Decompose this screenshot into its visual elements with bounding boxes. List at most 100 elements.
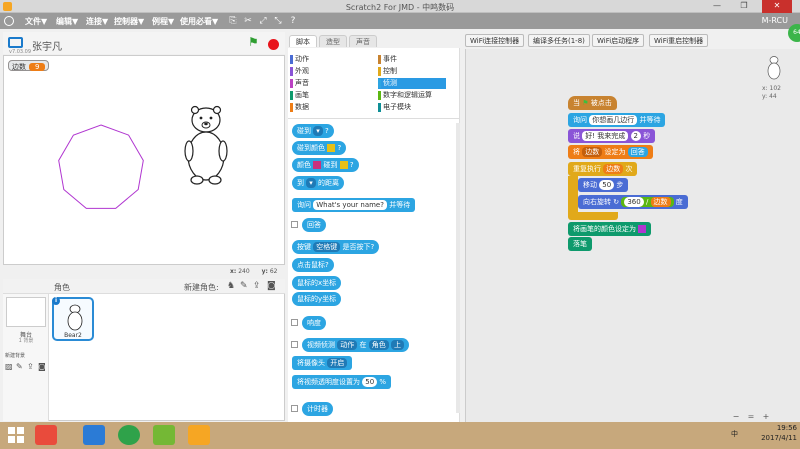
answer-block[interactable]: 回答 [302,218,326,232]
loudness-block[interactable]: 响度 [302,316,326,330]
menu-must-read[interactable]: 使用必看▼ [180,16,218,27]
camera-backdrop-icon[interactable]: ◙ [38,362,46,371]
duplicate-icon[interactable]: ⎘ [228,16,238,26]
taskbar-scratch-icon[interactable] [188,425,210,445]
sprite-y-value: 44 [769,93,777,100]
paint-sprite-icon[interactable]: ✎ [240,281,248,291]
menu-controller[interactable]: 控制器▼ [114,16,144,27]
scissors-icon[interactable]: ✂ [243,16,253,26]
compile-multitask-button[interactable]: 编译多任务(1-8) [528,34,590,47]
mouse-x-block[interactable]: 鼠标的x坐标 [292,276,342,290]
ask-and-wait-block[interactable]: 询问 What's your name? 并等待 [292,198,416,212]
stage-coordinates: x: 240 y: 62 [230,268,287,275]
loudness-monitor-checkbox[interactable] [291,319,298,326]
touching-block[interactable]: 碰到 ▾ ? [292,124,334,138]
timer-block[interactable]: 计时器 [302,402,333,416]
maximize-button[interactable]: ❐ [733,0,755,13]
shrink-icon[interactable]: ⤡ [273,16,283,26]
script-pen-down-block[interactable]: 落笔 [568,237,592,251]
upload-sprite-icon[interactable]: ⇪ [253,281,261,291]
script-move-block[interactable]: 移动 50 步 [578,178,629,192]
tab-costumes[interactable]: 造型 [319,35,347,47]
stage-size-toggle-button[interactable] [8,37,23,48]
wifi-start-program-button[interactable]: WiFi启动程序 [592,34,645,47]
menu-file[interactable]: 文件▼ [25,16,47,27]
key-pressed-block[interactable]: 按键 空格键 是否按下? [292,240,380,254]
choose-backdrop-icon[interactable]: ▨ [5,362,13,371]
green-flag-button[interactable]: ⚑ [248,36,259,48]
category-electronic[interactable]: 电子模块 [378,102,446,113]
taskbar-app-1-icon[interactable] [35,425,57,445]
system-clock-time: 19:56 [776,424,797,432]
polar-bear-sprite[interactable] [184,105,228,185]
minimize-button[interactable]: — [706,0,728,13]
start-button[interactable] [7,426,25,444]
sprite-y-label: y: [762,93,768,100]
script-set-variable-block[interactable]: 将 边数 设定为 回答 [568,145,653,159]
distance-to-block[interactable]: 到 ▾ 的距离 [292,176,344,190]
taskbar-app-4-icon[interactable] [153,425,175,445]
wifi-restart-button[interactable]: WiFi重启控制器 [649,34,709,47]
script-say-block[interactable]: 说 好! 我来完成 2 秒 [568,129,656,143]
tab-sounds[interactable]: 声音 [349,35,377,47]
project-title[interactable]: 张宇凡 [32,38,62,53]
new-backdrop-label: 新建背景 [5,353,26,359]
category-sensing[interactable]: 侦测 [378,78,446,89]
script-repeat-block[interactable]: 重复执行 边数 次 [568,162,638,176]
language-globe-icon[interactable] [4,16,14,26]
video-transparency-block[interactable]: 将视频透明度设置为 50 % [292,375,392,389]
category-control[interactable]: 控制 [378,66,446,77]
stage-canvas [58,105,228,209]
help-icon[interactable]: ? [288,16,298,26]
menu-edit[interactable]: 编辑▼ [56,16,78,27]
video-motion-block[interactable]: 视频侦测 动作 在 角色 上 [302,338,409,352]
category-sound[interactable]: 声音 [290,78,372,89]
choose-sprite-icon[interactable]: ♞ [227,281,235,291]
category-motion[interactable]: 动作 [290,54,372,65]
stage-x-label: x: [230,268,237,275]
category-operators[interactable]: 数字和逻辑运算 [378,90,446,101]
touching-color-block[interactable]: 碰到颜色 ? [292,141,347,155]
category-events[interactable]: 事件 [378,54,446,65]
zoom-reset-icon[interactable]: = [745,412,757,422]
mouse-y-block[interactable]: 鼠标的y坐标 [292,292,342,306]
script-ask-block[interactable]: 询问 你想画几边行 并等待 [568,113,666,127]
menu-examples[interactable]: 例程▼ [152,16,174,27]
category-data[interactable]: 数据 [290,102,372,113]
script-set-pen-color-block[interactable]: 将画笔的颜色设定为 [568,222,652,236]
video-motion-checkbox[interactable] [291,341,298,348]
taskbar-app-3-icon[interactable] [118,425,140,445]
color-touching-block[interactable]: 颜色 碰到 ? [292,158,359,172]
sprite-tile-name: Bear2 [64,332,82,339]
close-button[interactable]: ✕ [762,0,792,13]
timer-monitor-checkbox[interactable] [291,405,298,412]
zoom-in-icon[interactable]: + [760,412,772,422]
stage-backdrop-count: 1 背景 [18,338,34,344]
turn-video-block[interactable]: 将摄像头 开启 [292,356,353,370]
ime-indicator[interactable]: 中 [728,429,738,439]
zoom-out-icon[interactable]: − [730,412,742,422]
menu-connect[interactable]: 连接▼ [86,16,108,27]
taskbar-app-2-icon[interactable] [83,425,105,445]
menu-bar: 文件▼ 编辑▼ 连接▼ 控制器▼ 例程▼ 使用必看▼ ⎘ ✂ ⤢ ⤡ ? M-R… [0,13,800,29]
tab-scripts[interactable]: 脚本 [289,35,317,47]
current-sprite-thumbnail [767,56,781,80]
paint-backdrop-icon[interactable]: ✎ [16,362,23,371]
category-pen[interactable]: 画笔 [290,90,372,101]
when-flag-clicked-block[interactable]: 当 ⚑ 被点击 [568,96,617,110]
sprite-info-icon[interactable]: i [52,297,60,305]
stop-button[interactable] [268,39,279,50]
answer-monitor-checkbox[interactable] [291,221,298,228]
stage-y-value: 62 [269,268,278,275]
stage-y-label: y: [261,268,268,275]
grow-icon[interactable]: ⤢ [258,16,268,26]
stage-thumbnail[interactable] [6,297,46,327]
upload-backdrop-icon[interactable]: ⇪ [27,362,34,371]
category-looks[interactable]: 外观 [290,66,372,77]
mouse-down-block[interactable]: 点击鼠标? [292,258,334,272]
camera-sprite-icon[interactable]: ◙ [267,281,276,291]
wifi-connect-button[interactable]: WiFi连接控制器 [465,34,525,47]
palette-scrollbar[interactable] [456,123,460,413]
stage[interactable]: 边数 9 [3,55,285,265]
script-turn-block[interactable]: 向右旋转 ↻ 360 / 边数 度 [578,195,688,209]
